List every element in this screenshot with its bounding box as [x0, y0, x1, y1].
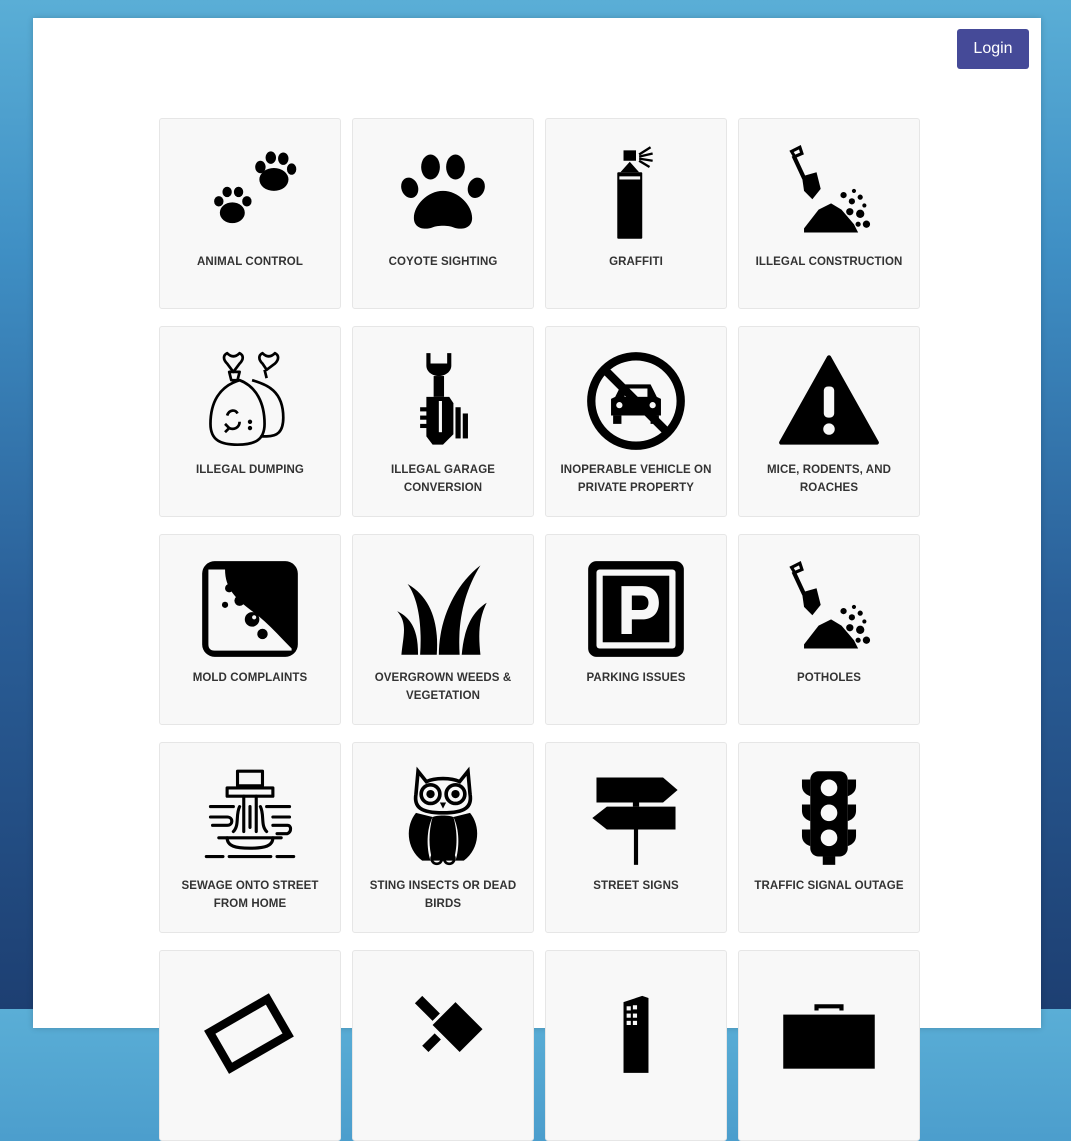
service-label: GRAFFITI [609, 256, 663, 268]
service-grid: ANIMAL CONTROL COYOTE SIGHTING GRAFFITI … [159, 118, 920, 1141]
broken-sign-icon [414, 995, 483, 1053]
service-label: MOLD COMPLAINTS [192, 672, 308, 684]
owl-icon [408, 766, 478, 866]
no-car-icon [587, 352, 685, 450]
mold-icon [202, 561, 298, 657]
service-tile-potholes[interactable]: POTHOLES [738, 534, 920, 725]
paw-icon [401, 154, 485, 229]
service-label: TRAFFIC SIGNAL OUTAGE [754, 880, 904, 892]
service-tile-parking-issues[interactable]: PARKING ISSUES [545, 534, 727, 725]
traffic-light-icon [801, 771, 857, 865]
building-icon [623, 995, 649, 1073]
service-tile-19[interactable] [545, 950, 727, 1141]
service-tile-mice-rodents-roaches[interactable]: MICE, RODENTS, AND ROACHES [738, 326, 920, 517]
service-label: ILLEGAL GARAGE CONVERSION [390, 464, 496, 494]
service-label: POTHOLES [796, 672, 862, 684]
service-tile-illegal-garage-conversion[interactable]: ILLEGAL GARAGE CONVERSION [352, 326, 534, 517]
service-tile-18[interactable] [352, 950, 534, 1141]
service-label: STREET SIGNS [593, 880, 679, 892]
service-tile-illegal-dumping[interactable]: ILLEGAL DUMPING [159, 326, 341, 517]
service-label: COYOTE SIGHTING [388, 256, 498, 268]
street-sign-icon [592, 777, 678, 865]
service-label: SEWAGE ONTO STREET FROM HOME [181, 880, 319, 910]
service-tile-inoperable-vehicle[interactable]: INOPERABLE VEHICLE ON PRIVATE PROPERTY [545, 326, 727, 517]
service-label: ILLEGAL CONSTRUCTION [755, 256, 903, 268]
parking-icon [588, 561, 684, 657]
garbage-bags-icon [209, 351, 285, 447]
sewage-icon [204, 769, 296, 859]
wrench-hand-icon [420, 353, 468, 445]
warning-icon [779, 355, 879, 445]
service-tile-traffic-signal-outage[interactable]: TRAFFIC SIGNAL OUTAGE [738, 742, 920, 933]
service-label: MICE, RODENTS, AND ROACHES [766, 464, 892, 494]
service-tile-coyote-sighting[interactable]: COYOTE SIGHTING [352, 118, 534, 309]
service-label: ANIMAL CONTROL [197, 256, 303, 268]
service-tile-illegal-construction[interactable]: ILLEGAL CONSTRUCTION [738, 118, 920, 309]
service-tile-17[interactable] [159, 950, 341, 1141]
service-tile-sewage[interactable]: SEWAGE ONTO STREET FROM HOME [159, 742, 341, 933]
service-tile-street-signs[interactable]: STREET SIGNS [545, 742, 727, 933]
main-panel: Login ANIMAL CONTROL COYOTE SIGHTING GRA… [33, 18, 1041, 1141]
grass-icon [397, 565, 487, 655]
service-tile-20[interactable] [738, 950, 920, 1141]
service-label: PARKING ISSUES [586, 672, 686, 684]
service-tile-mold-complaints[interactable]: MOLD COMPLAINTS [159, 534, 341, 725]
service-tile-overgrown-weeds[interactable]: OVERGROWN WEEDS & VEGETATION [352, 534, 534, 725]
service-tile-animal-control[interactable]: ANIMAL CONTROL [159, 118, 341, 309]
shovel-dirt-icon [789, 561, 871, 649]
service-label: STING INSECTS OR DEAD BIRDS [369, 880, 517, 910]
service-label: ILLEGAL DUMPING [196, 464, 304, 476]
paw-prints-icon [214, 151, 297, 224]
service-tile-sting-insects-dead-birds[interactable]: STING INSECTS OR DEAD BIRDS [352, 742, 534, 933]
shovel-dirt-icon [789, 145, 871, 233]
service-label: INOPERABLE VEHICLE ON PRIVATE PROPERTY [560, 464, 712, 494]
briefcase-icon [783, 1004, 875, 1069]
tilted-sign-icon [204, 993, 294, 1074]
spray-can-icon [617, 146, 653, 239]
service-label: OVERGROWN WEEDS & VEGETATION [374, 672, 512, 702]
service-tile-graffiti[interactable]: GRAFFITI [545, 118, 727, 309]
login-button[interactable]: Login [957, 29, 1029, 69]
